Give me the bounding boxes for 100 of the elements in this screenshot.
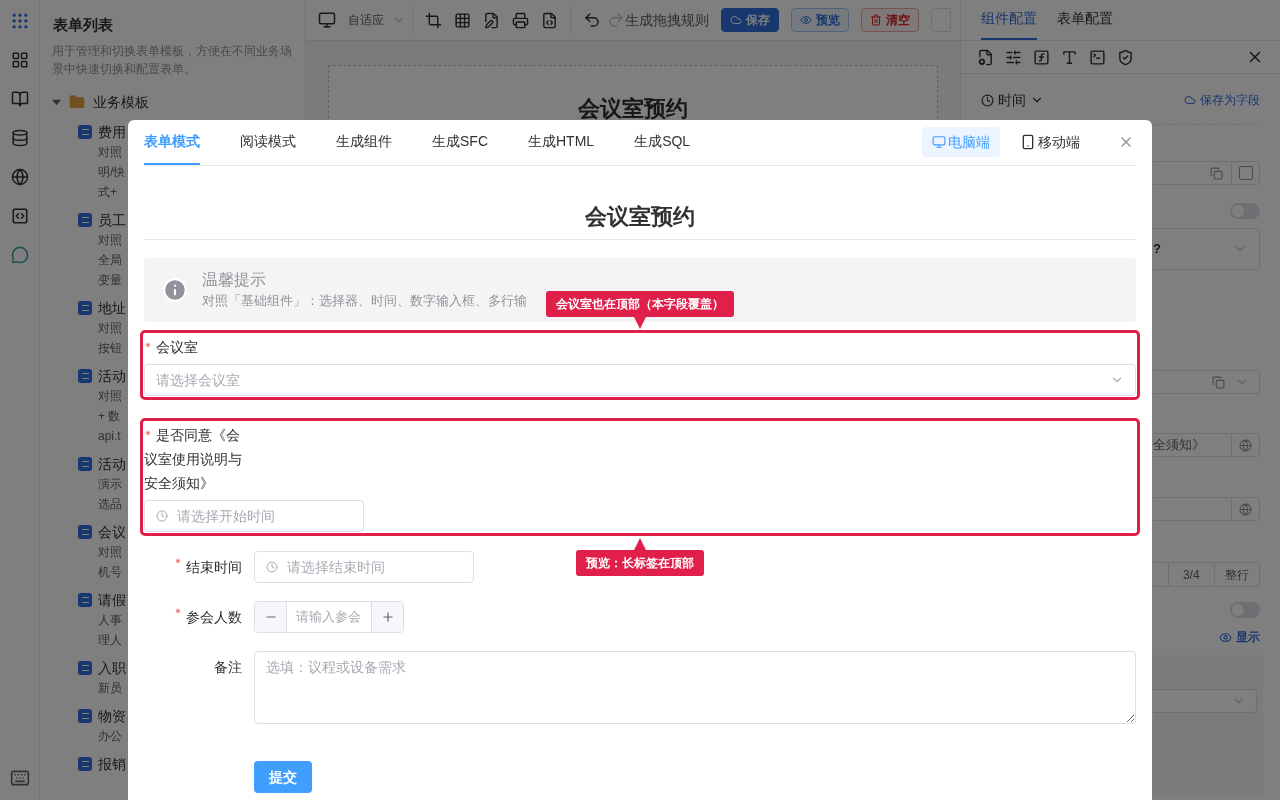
callout-tooltip: 预览：长标签在顶部	[576, 538, 704, 576]
document-icon	[78, 709, 92, 723]
grid-icon[interactable]	[454, 11, 471, 29]
tree-item-description: 对照	[98, 320, 123, 337]
tree-item-title[interactable]: 员工	[98, 210, 126, 230]
tree-item-description: 对照	[98, 144, 123, 161]
shield-check-icon[interactable]	[1117, 48, 1134, 66]
mode-tab[interactable]: 生成SFC	[432, 119, 488, 165]
tree-item-description: 人事	[98, 612, 123, 629]
submit-button[interactable]: 提交	[254, 761, 312, 793]
clock-icon	[981, 93, 994, 107]
type-dropdown[interactable]: 时间	[981, 89, 1044, 111]
tree-item-title[interactable]: 入职	[98, 658, 126, 678]
time-picker[interactable]: 请选择结束时间	[254, 551, 474, 583]
mode-tab[interactable]: 生成组件	[336, 119, 392, 165]
select-field[interactable]	[1153, 370, 1260, 394]
globe-icon[interactable]	[1239, 502, 1252, 516]
tree-item-title[interactable]: 地址	[98, 298, 126, 318]
visibility-link[interactable]: 显示	[1219, 627, 1260, 647]
globe-icon[interactable]	[10, 168, 29, 186]
tree-item-description: 式+	[98, 184, 118, 201]
rule-button[interactable]: 生成拖拽规则	[625, 9, 709, 31]
edit-icon[interactable]	[483, 11, 500, 29]
terminal-icon[interactable]	[1089, 48, 1106, 66]
toolbar-button[interactable]: 清空	[861, 8, 919, 32]
tree-item-description: 选品	[98, 496, 123, 513]
textarea-field[interactable]: 选填：议程或设备需求	[254, 651, 1136, 724]
toolbar-button[interactable]: 预览	[791, 8, 849, 32]
panel-tab[interactable]: 组件配置	[981, 0, 1037, 40]
copy-icon[interactable]	[1212, 375, 1225, 389]
document-icon	[78, 457, 92, 471]
sliders-icon[interactable]	[1005, 48, 1022, 66]
database-icon[interactable]	[10, 129, 29, 147]
field-label: 是否同意《会议室使用说明与安全须知》	[144, 426, 243, 493]
file-settings-icon[interactable]	[977, 48, 994, 66]
tree-item-title[interactable]: 会议	[98, 522, 126, 542]
eye-icon	[800, 14, 812, 26]
caret-icon[interactable]	[52, 97, 61, 107]
tree-item-title[interactable]: 物资	[98, 706, 126, 726]
mode-tab[interactable]: 阅读模式	[240, 119, 296, 165]
document-icon	[78, 125, 92, 139]
select-field[interactable]: ?	[1153, 228, 1260, 270]
field-label: 会议室	[144, 334, 244, 359]
cloud-icon	[730, 14, 742, 26]
segment-option[interactable]: 整行	[1213, 563, 1259, 586]
dashboard-icon[interactable]	[10, 51, 29, 69]
copy-icon[interactable]	[1210, 166, 1223, 180]
alert-text: 对照「基础组件」：选择器、时间、数字输入框、多行输	[202, 292, 527, 310]
crop-icon[interactable]	[425, 11, 442, 29]
mode-tab[interactable]: 生成HTML	[528, 119, 595, 165]
tree-item-description: 明/快	[98, 164, 126, 181]
input-field[interactable]	[1153, 161, 1260, 185]
select-field[interactable]	[1153, 689, 1257, 713]
clock-icon	[266, 561, 278, 573]
select-field[interactable]: 请选择会议室	[144, 364, 1136, 396]
document-icon	[78, 369, 92, 383]
document-icon	[78, 525, 92, 539]
tree-folder-label[interactable]: 业务模板	[93, 91, 149, 113]
segment-option[interactable]: 3/4	[1168, 563, 1214, 586]
field-label: 备注	[213, 658, 243, 677]
book-icon[interactable]	[10, 90, 29, 108]
save-field-link[interactable]: 保存为字段	[1184, 91, 1260, 109]
device-toggle[interactable]: 电脑端	[922, 127, 1000, 157]
tree-item-title[interactable]: 报销	[98, 754, 126, 774]
undo-icon[interactable]	[583, 11, 601, 29]
tree-item-description: 演示	[98, 476, 123, 493]
panel-tab[interactable]: 表单配置	[1057, 0, 1113, 40]
cloud-icon	[1184, 94, 1196, 106]
mode-tab[interactable]: 生成SQL	[634, 119, 691, 165]
tree-item-description: 变量	[98, 272, 123, 289]
assistant-chat-icon[interactable]	[10, 246, 29, 264]
tree-item-title[interactable]: 请假	[98, 590, 126, 610]
function-icon[interactable]	[1033, 48, 1050, 66]
viewport-dropdown[interactable]: 自适应	[348, 7, 413, 33]
text-icon[interactable]	[1061, 48, 1078, 66]
document-icon	[78, 301, 92, 315]
input-field[interactable]: 全须知》	[1153, 433, 1260, 457]
phone-icon	[1020, 134, 1036, 150]
time-picker[interactable]: 请选择开始时间	[144, 500, 364, 532]
tree-item-title[interactable]: 活动	[98, 454, 126, 474]
toolbar-button[interactable]: 保存	[721, 8, 779, 32]
tree-item-title[interactable]: 费用	[98, 122, 126, 142]
document-icon	[78, 661, 92, 675]
mode-tab[interactable]: 表单模式	[144, 119, 200, 165]
tree-item-title[interactable]: 活动	[98, 366, 126, 386]
tree-item-description: 机号	[98, 564, 123, 581]
document-icon	[78, 593, 92, 607]
document-icon	[78, 213, 92, 227]
device-icon[interactable]	[318, 11, 336, 29]
tree-item-description: 全局	[98, 252, 123, 269]
alert-title: 温馨提示	[202, 270, 267, 290]
tree-item-description: 按钮	[98, 340, 123, 357]
device-toggle[interactable]: 移动端	[1010, 127, 1090, 157]
input-field[interactable]	[1153, 497, 1260, 521]
keyboard-icon[interactable]	[9, 768, 30, 788]
globe-icon[interactable]	[1239, 438, 1252, 452]
code-icon[interactable]	[10, 207, 29, 225]
code-file-icon[interactable]	[541, 11, 558, 29]
document-icon	[78, 757, 92, 771]
print-icon[interactable]	[512, 11, 529, 29]
